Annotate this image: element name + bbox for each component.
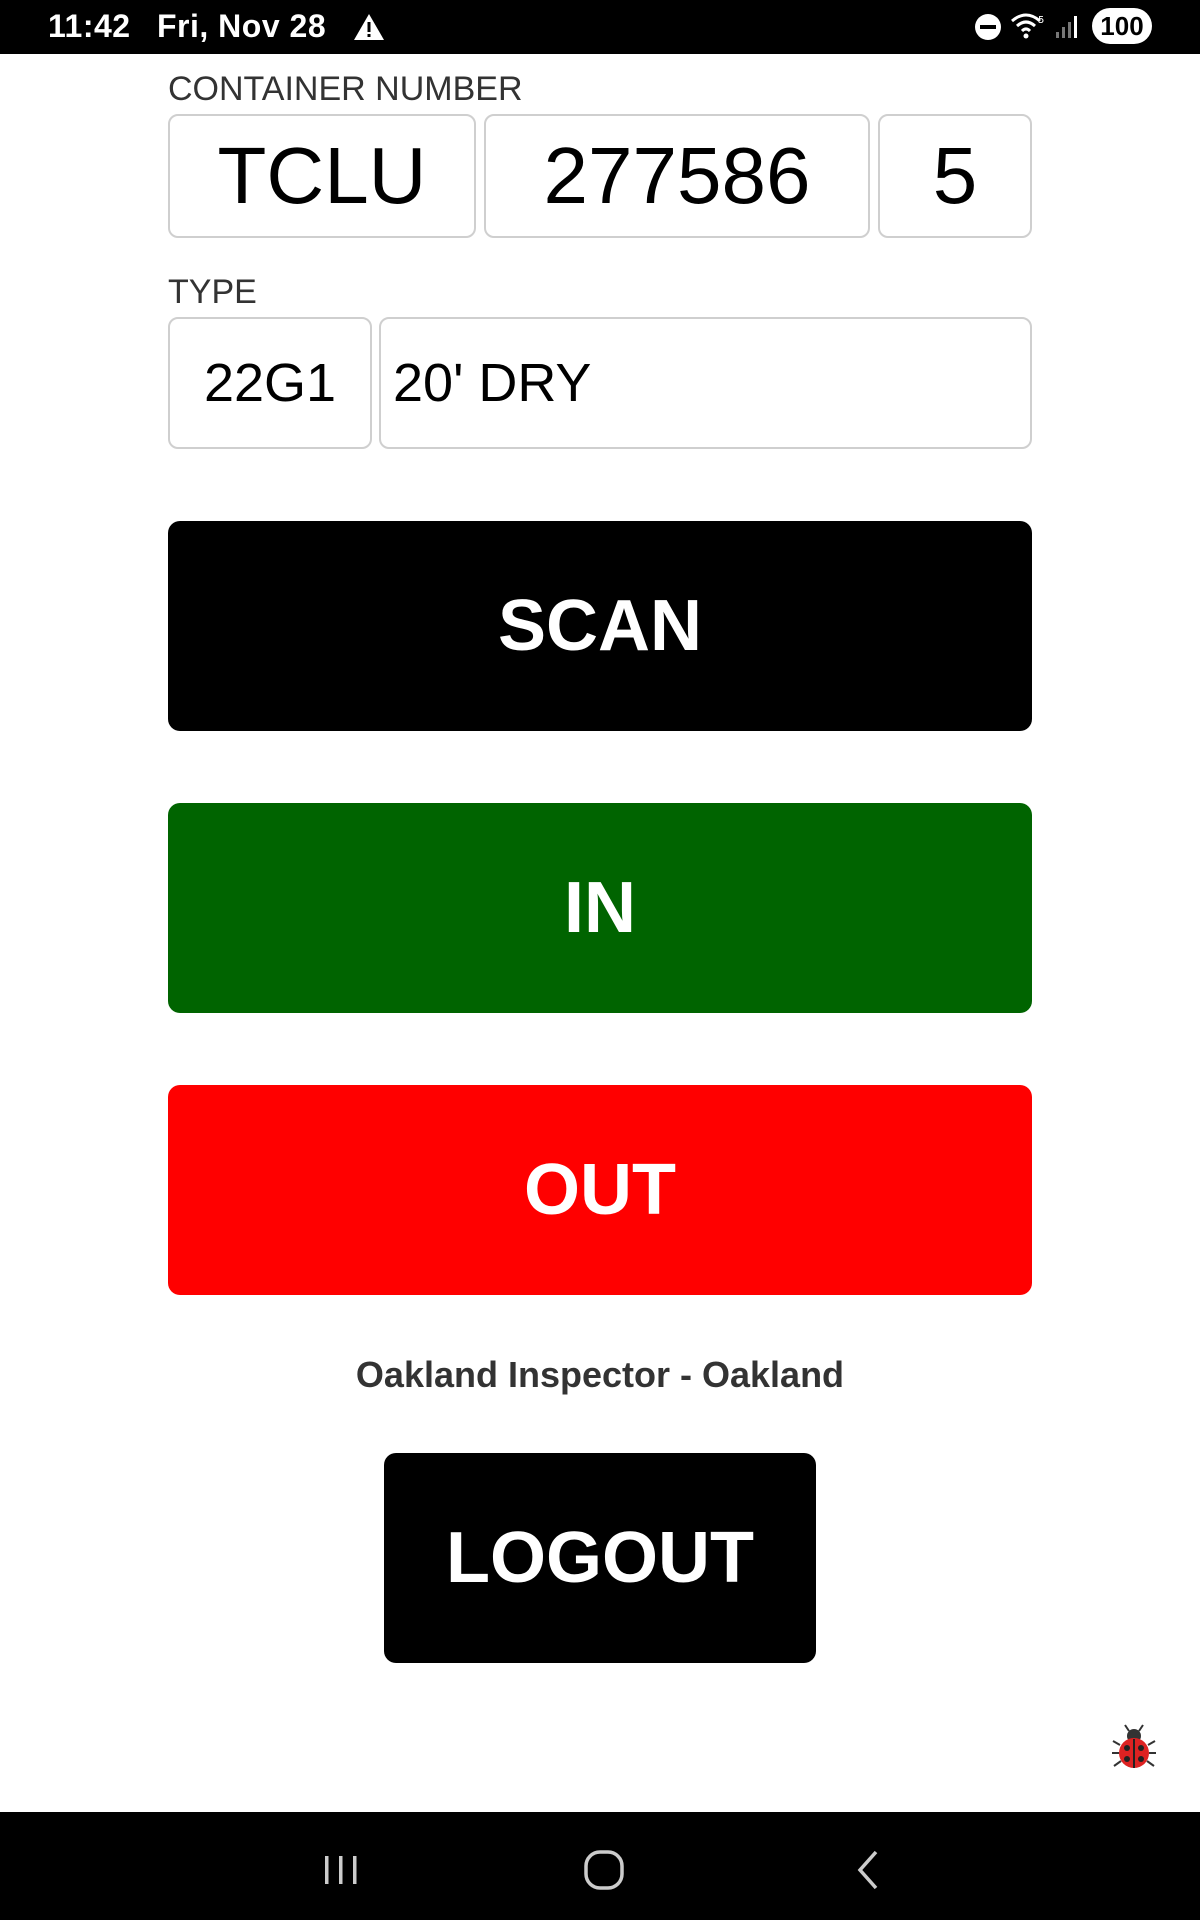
container-number-label: CONTAINER NUMBER: [168, 70, 523, 108]
status-date: Fri, Nov 28: [157, 8, 327, 44]
out-button[interactable]: OUT: [168, 1085, 1032, 1295]
container-prefix-input[interactable]: [168, 114, 476, 238]
home-icon[interactable]: [576, 1842, 632, 1898]
bug-icon[interactable]: [1110, 1723, 1158, 1771]
do-not-disturb-icon: [975, 14, 1001, 40]
type-description-input[interactable]: [379, 317, 1032, 449]
signal-icon: [1056, 16, 1077, 38]
battery-icon: 100: [1092, 8, 1152, 44]
status-time: 11:42: [48, 8, 131, 44]
user-info: Oakland Inspector - Oakland: [355, 1354, 845, 1395]
status-bar: 11:42 Fri, Nov 28 5 100: [0, 0, 1200, 54]
wifi-icon: 5: [1011, 13, 1044, 39]
svg-text:5: 5: [1038, 15, 1044, 26]
in-button[interactable]: IN: [168, 803, 1032, 1013]
container-check-digit-input[interactable]: [878, 114, 1032, 238]
recents-icon[interactable]: [313, 1842, 369, 1898]
container-number-input[interactable]: [484, 114, 870, 238]
type-code-input[interactable]: [168, 317, 372, 449]
back-icon[interactable]: [842, 1842, 898, 1898]
logout-button[interactable]: LOGOUT: [384, 1453, 816, 1663]
navigation-bar: [0, 1812, 1200, 1920]
warning-icon: [354, 14, 384, 40]
scan-button[interactable]: SCAN: [168, 521, 1032, 731]
type-label: TYPE: [168, 273, 257, 311]
